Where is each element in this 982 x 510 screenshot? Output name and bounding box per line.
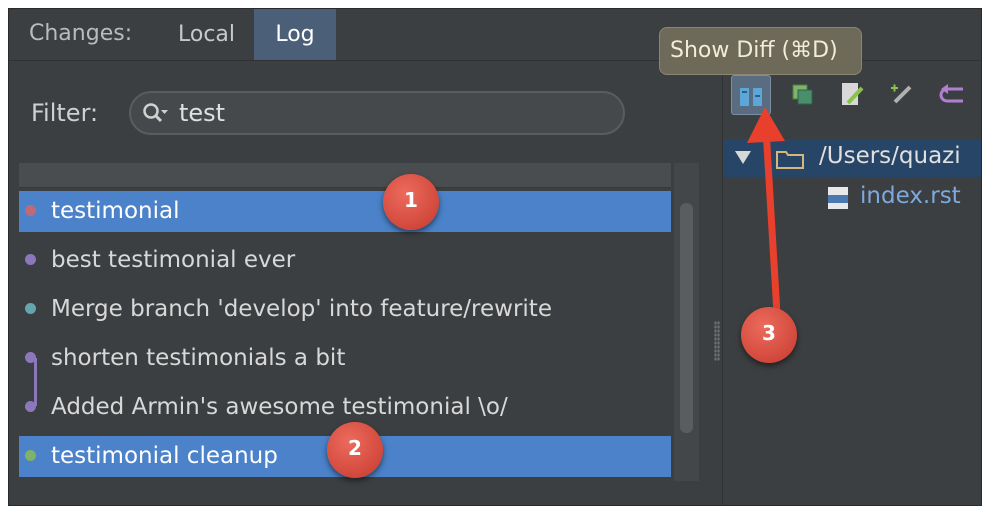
annotation-arrow [747,107,785,318]
commit-message: best testimonial ever [51,247,296,273]
tree-root-path: /Users/quazi [819,143,961,169]
graph-node-dot [25,303,36,314]
scrollbar-thumb[interactable] [680,203,693,433]
filter-input[interactable] [179,98,609,128]
commit-list-scrollbar[interactable] [674,163,699,481]
commit-row[interactable]: best testimonial ever [19,240,671,281]
commit-message: Merge branch 'develop' into feature/rewr… [51,296,552,322]
show-diff-tooltip: Show Diff (⌘D) [659,27,862,75]
panel-splitter[interactable] [712,61,723,505]
filter-label: Filter: [31,99,99,127]
edit-icon [891,84,912,104]
commit-row[interactable]: Merge branch 'develop' into feature/rewr… [19,289,671,330]
graph-node-dot [25,205,36,216]
graph-node-dot [25,401,36,412]
search-icon[interactable] [141,101,169,127]
tooltip-text: Show Diff (⌘D) [670,38,838,63]
tab-local[interactable]: Local [159,9,254,60]
commit-message: testimonial cleanup [51,443,278,469]
vcs-log-window: Changes: Local Log Filter: testimonial [8,8,982,506]
tree-file-name: index.rst [860,183,961,209]
commit-message: Added Armin's awesome testimonial \o/ [51,394,508,420]
graph-node-dot [25,254,36,265]
rst-file-icon [828,187,848,209]
commit-message: testimonial [51,198,180,224]
graph-node-dot [25,450,36,461]
commit-list-header [19,163,671,188]
commit-row[interactable]: Added Armin's awesome testimonial \o/ [19,387,671,428]
edit-source-icon [842,83,864,105]
revert-button[interactable] [933,75,973,115]
revert-icon [939,84,963,103]
tab-log[interactable]: Log [254,9,336,60]
splitter-grip-icon[interactable] [714,321,720,361]
annotation-badge-2: 2 [327,422,383,478]
commit-row[interactable]: shorten testimonials a bit [19,338,671,379]
changes-tab-prefix: Changes: [29,21,133,46]
filter-field[interactable] [129,91,625,135]
edit-source-button[interactable] [833,75,873,115]
graph-node-dot [25,352,36,363]
annotation-badge-1: 1 [383,174,439,230]
annotation-badge-3: 3 [741,307,797,363]
edit-button[interactable] [883,75,923,115]
commit-message: shorten testimonials a bit [51,345,346,371]
commit-row[interactable]: testimonial [19,191,671,232]
